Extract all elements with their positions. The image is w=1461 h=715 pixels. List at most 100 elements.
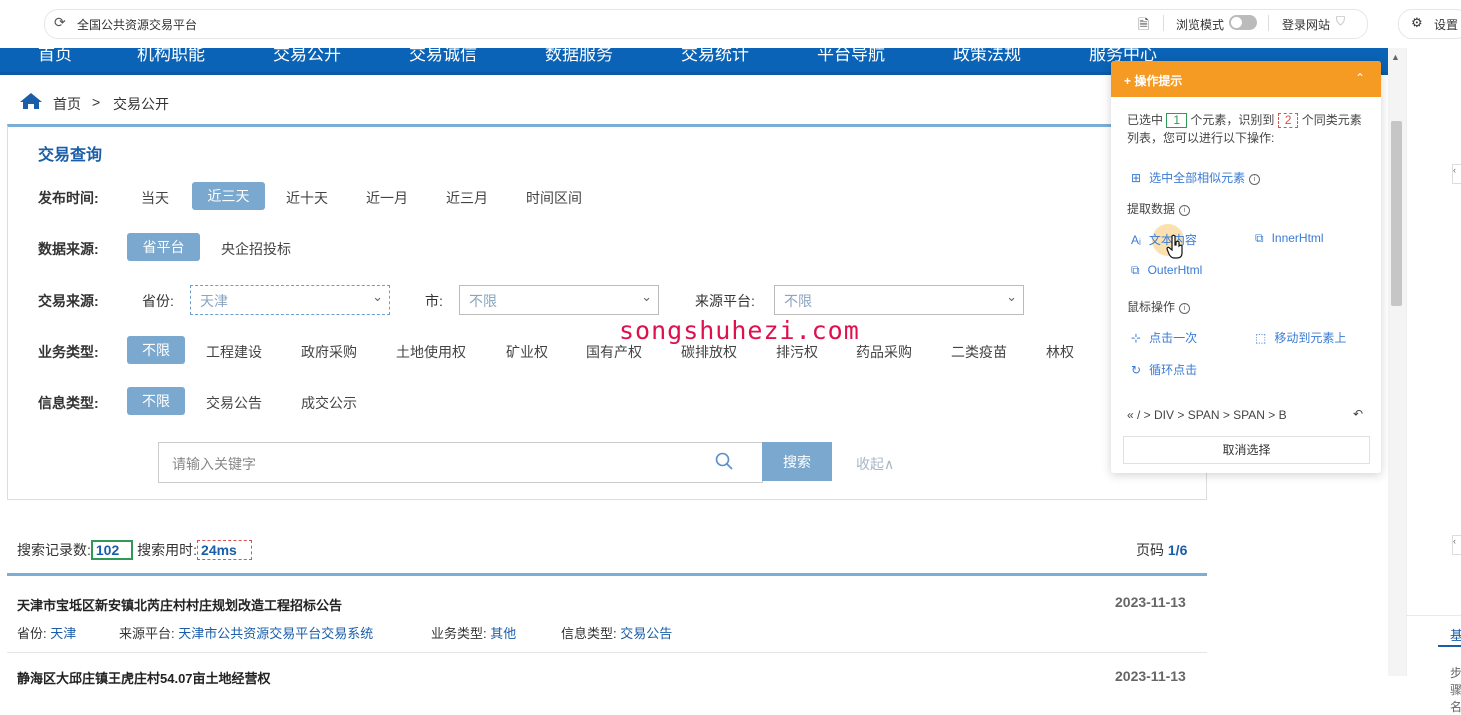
grid-icon: ⊞ xyxy=(1131,171,1142,185)
search-icon[interactable] xyxy=(715,452,733,470)
extract-innerhtml-button[interactable]: ⧉ InnerHtml xyxy=(1255,231,1324,246)
loop-icon: ↻ xyxy=(1131,363,1142,377)
breadcrumb-home[interactable]: 首页 xyxy=(53,94,81,114)
business-type-option[interactable]: 矿业权 xyxy=(506,342,548,362)
result-meta-business: 业务类型: 其他 xyxy=(431,623,516,642)
collapse-toggle[interactable]: 收起∧ xyxy=(856,454,894,474)
cancel-selection-button[interactable]: 取消选择 xyxy=(1123,436,1370,464)
move-icon: ⬚ xyxy=(1255,331,1267,345)
browse-mode-label: 浏览模式 xyxy=(1176,18,1225,32)
publish-time-option[interactable]: 近三月 xyxy=(446,188,488,208)
extract-data-label: 提取数据 i xyxy=(1127,200,1191,217)
info-type-option[interactable]: 成交公示 xyxy=(301,393,357,413)
search-button[interactable]: 搜索 xyxy=(762,442,832,481)
result-title[interactable]: 静海区大邱庄镇王虎庄村54.07亩土地经营权 xyxy=(17,668,271,687)
document-icon[interactable]: 🗎 xyxy=(1138,14,1149,38)
extract-outerhtml-button[interactable]: ⧉ OuterHtml xyxy=(1131,263,1202,278)
extract-text-button[interactable]: Aᵢ文本内容 xyxy=(1131,231,1197,248)
side-panel-tab[interactable]: 基 xyxy=(1450,625,1461,644)
click-once-label: 点击一次 xyxy=(1149,331,1198,345)
scrollbar-thumb[interactable] xyxy=(1391,121,1402,306)
home-icon[interactable] xyxy=(19,92,43,110)
click-once-button[interactable]: ⊹ 点击一次 xyxy=(1131,329,1197,346)
business-type-option-selected[interactable]: 不限 xyxy=(127,336,185,364)
publish-time-option[interactable]: 近一月 xyxy=(366,188,408,208)
publish-time-option[interactable]: 当天 xyxy=(141,188,169,208)
nav-item-policy[interactable]: 政策法规 xyxy=(953,48,1021,65)
business-type-label: 业务类型: xyxy=(38,344,99,360)
business-type-option[interactable]: 林权 xyxy=(1046,342,1074,362)
business-type-option[interactable]: 药品采购 xyxy=(856,342,912,362)
tips-title: + 操作提示 xyxy=(1124,74,1183,88)
publish-time-option[interactable]: 时间区间 xyxy=(526,188,582,208)
info-icon: i xyxy=(1179,303,1191,314)
city-value: 不限 xyxy=(469,293,497,309)
province-label: 省份: xyxy=(142,293,174,309)
browse-mode-toggle[interactable] xyxy=(1229,15,1257,30)
keyword-search-input[interactable]: 请输入关键字 xyxy=(158,442,763,483)
nav-item-platform-nav[interactable]: 平台导航 xyxy=(817,48,885,65)
breadcrumb-separator: > xyxy=(92,94,101,110)
tab-indicator xyxy=(1438,645,1461,647)
nav-item-home[interactable]: 首页 xyxy=(38,48,72,65)
loop-click-button[interactable]: ↻ 循环点击 xyxy=(1131,361,1197,378)
move-to-element-button[interactable]: ⬚ 移动到元素上 xyxy=(1255,329,1346,346)
search-time-label: 搜索用时: xyxy=(137,542,198,558)
nav-item-trade-credit[interactable]: 交易诚信 xyxy=(409,48,477,65)
click-icon: ⊹ xyxy=(1131,331,1142,345)
publish-time-label: 发布时间: xyxy=(38,190,99,206)
nav-item-statistics[interactable]: 交易统计 xyxy=(681,48,749,65)
gear-icon: ⚙ xyxy=(1411,15,1423,30)
business-type-option[interactable]: 政府采购 xyxy=(301,342,357,362)
undo-icon[interactable]: ↶ xyxy=(1353,407,1363,421)
extract-label-text: 提取数据 xyxy=(1127,202,1176,216)
meta-label: 省份: xyxy=(17,626,47,641)
province-select[interactable]: 天津 ⌄ xyxy=(190,285,390,315)
move-to-label: 移动到元素上 xyxy=(1274,331,1347,345)
business-type-option[interactable]: 国有产权 xyxy=(586,342,642,362)
business-type-option[interactable]: 排污权 xyxy=(776,342,818,362)
publish-time-option[interactable]: 近十天 xyxy=(286,188,328,208)
data-source-option-selected[interactable]: 省平台 xyxy=(127,233,200,261)
side-panel-text: 步骤名 xyxy=(1450,666,1461,714)
info-type-option[interactable]: 交易公告 xyxy=(206,393,262,413)
selection-summary-line2: 列表，您可以进行以下操作: xyxy=(1127,131,1275,145)
data-source-option[interactable]: 央企招投标 xyxy=(221,239,291,259)
business-type-option[interactable]: 二类疫苗 xyxy=(951,342,1007,362)
collapse-icon[interactable]: ⌃ xyxy=(1355,71,1365,85)
business-type-option[interactable]: 工程建设 xyxy=(206,342,262,362)
address-bar[interactable] xyxy=(44,9,1368,39)
data-source-label: 数据来源: xyxy=(38,241,99,257)
record-count-label: 搜索记录数: xyxy=(17,542,91,558)
meta-label: 业务类型: xyxy=(431,626,487,641)
login-site-button[interactable]: 登录网站 xyxy=(1282,16,1330,33)
divider xyxy=(1406,615,1461,616)
search-placeholder: 请输入关键字 xyxy=(172,456,256,472)
city-select[interactable]: 不限 ⌄ xyxy=(459,285,659,315)
nav-item-data-service[interactable]: 数据服务 xyxy=(545,48,613,65)
page-indicator: 页码 1/6 xyxy=(1136,540,1187,560)
nav-item-trade-public[interactable]: 交易公开 xyxy=(273,48,341,65)
chevron-down-icon: ⌄ xyxy=(641,289,652,304)
summary-text: 个元素，识别到 xyxy=(1190,113,1275,127)
nav-item-functions[interactable]: 机构职能 xyxy=(137,48,205,65)
select-all-similar-button[interactable]: ⊞ 选中全部相似元素 i xyxy=(1131,169,1261,186)
publish-time-option-selected[interactable]: 近三天 xyxy=(192,182,265,210)
watermark-text: songshuhezi.com xyxy=(619,316,860,345)
reload-icon[interactable]: ⟳ xyxy=(54,14,66,31)
info-type-option-selected[interactable]: 不限 xyxy=(127,387,185,415)
scroll-up-arrow[interactable]: ▲ xyxy=(1391,52,1400,62)
business-type-option[interactable]: 碳排放权 xyxy=(681,342,737,362)
business-type-option[interactable]: 土地使用权 xyxy=(396,342,466,362)
meta-label: 信息类型: xyxy=(561,626,617,641)
selection-summary: 已选中 1 个元素，识别到 2 个同类元素 xyxy=(1127,111,1362,128)
result-title[interactable]: 天津市宝坻区新安镇北芮庄村村庄规划改造工程招标公告 xyxy=(17,595,342,614)
trade-source-label: 交易来源: xyxy=(38,293,99,309)
address-text[interactable]: 全国公共资源交易平台 xyxy=(77,16,197,33)
side-panel-marker[interactable]: ‹ xyxy=(1452,164,1461,184)
extract-innerhtml-label: InnerHtml xyxy=(1271,231,1324,245)
element-path[interactable]: « / > DIV > SPAN > SPAN > B xyxy=(1127,408,1287,422)
platform-select[interactable]: 不限 ⌄ xyxy=(774,285,1024,315)
info-icon: i xyxy=(1249,174,1261,185)
side-panel-marker[interactable]: ‹ xyxy=(1452,535,1461,555)
